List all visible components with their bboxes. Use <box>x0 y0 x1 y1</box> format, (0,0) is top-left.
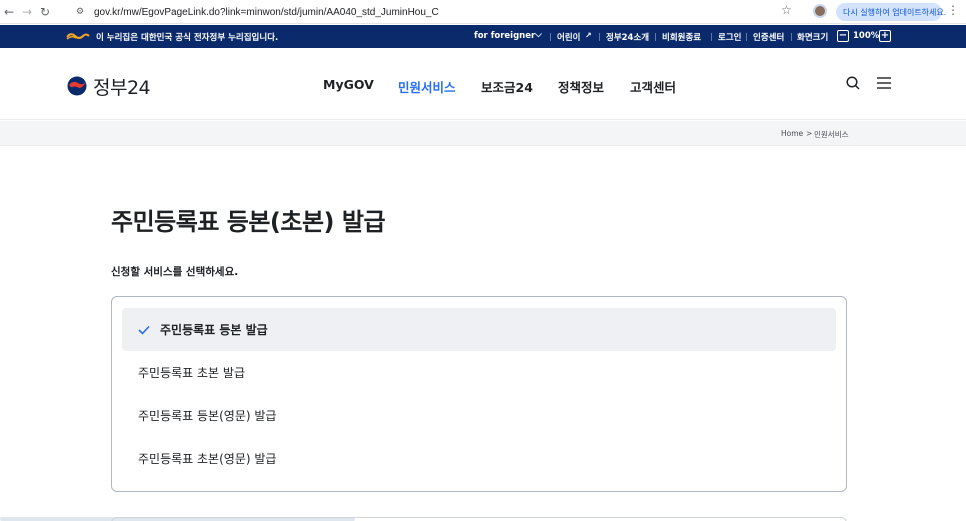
link-login[interactable]: 로그인 <box>718 31 741 43</box>
site-info-icon[interactable]: ⚙ <box>72 4 88 20</box>
forward-icon[interactable]: → <box>18 2 36 22</box>
nav-mygov[interactable]: MyGOV <box>323 77 374 92</box>
option-resident-copy-english[interactable]: 주민등록표 등본(영문) 발급 <box>122 394 836 437</box>
gov24-logo-icon[interactable] <box>67 76 87 96</box>
option-resident-abstract[interactable]: 주민등록표 초본 발급 <box>122 351 836 394</box>
link-for-foreigner[interactable]: for foreigner <box>474 31 535 41</box>
search-icon[interactable] <box>846 76 860 90</box>
zoom-label: 화면크기 <box>797 33 829 43</box>
update-button[interactable]: 다시 실행하여 업데이트하세요. <box>836 3 946 21</box>
page-title: 주민등록표 등본(초본) 발급 <box>111 208 386 236</box>
service-select-label: 신청할 서비스를 선택하세요. <box>111 266 239 278</box>
breadcrumb-separator: > <box>806 129 813 138</box>
site-header: 정부24 MyGOV 민원서비스 보조금24 정책정보 고객센터 <box>0 48 966 120</box>
breadcrumb-current[interactable]: 민원서비스 <box>814 129 849 140</box>
link-nonmember-end[interactable]: 비회원종료 <box>662 31 701 43</box>
gov-notice-text: 이 누리집은 대한민국 공식 전자정부 누리집입니다. <box>96 33 279 43</box>
link-cert-center[interactable]: 인증센터 <box>753 31 784 43</box>
zoom-value: 100% <box>853 31 880 41</box>
option-label: 주민등록표 초본 발급 <box>138 366 245 380</box>
url-text[interactable]: gov.kr/mw/EgovPageLink.do?link=minwon/st… <box>94 7 439 18</box>
browser-toolbar: ← → ↻ ⚙ gov.kr/mw/EgovPageLink.do?link=m… <box>0 0 966 24</box>
service-options-list: 주민등록표 등본 발급 주민등록표 초본 발급 주민등록표 등본(영문) 발급 … <box>111 296 847 492</box>
option-resident-copy[interactable]: 주민등록표 등본 발급 <box>122 308 836 351</box>
option-label: 주민등록표 초본(영문) 발급 <box>138 452 277 466</box>
reload-icon[interactable]: ↻ <box>36 2 54 22</box>
zoom-out-button[interactable]: − <box>837 30 849 42</box>
back-icon[interactable]: ← <box>0 2 18 22</box>
external-link-icon: ↗ <box>585 31 592 40</box>
bookmark-star-icon[interactable]: ☆ <box>781 3 792 17</box>
update-button-label: 다시 실행하여 업데이트하세요. <box>843 7 947 17</box>
chevron-down-icon[interactable]: ⌵ <box>535 30 542 40</box>
breadcrumb-home[interactable]: Home <box>781 129 803 138</box>
profile-avatar[interactable] <box>813 4 827 18</box>
breadcrumb: Home > 민원서비스 <box>0 121 966 146</box>
link-about[interactable]: 정부24소개 <box>606 31 649 43</box>
zoom-in-button[interactable]: + <box>879 30 891 42</box>
option-label: 주민등록표 등본(영문) 발급 <box>138 409 277 423</box>
nav-customer-center[interactable]: 고객센터 <box>630 77 676 96</box>
link-kids[interactable]: 어린이 <box>557 31 580 43</box>
next-section-panel <box>111 517 847 521</box>
option-resident-abstract-english[interactable]: 주민등록표 초본(영문) 발급 <box>122 437 836 480</box>
nav-subsidy24[interactable]: 보조금24 <box>481 77 533 96</box>
hamburger-menu-icon[interactable] <box>877 77 891 89</box>
option-label: 주민등록표 등본 발급 <box>160 323 268 337</box>
nav-civil-services[interactable]: 민원서비스 <box>398 77 456 96</box>
kebab-menu-icon[interactable]: ⋮ <box>947 3 959 17</box>
address-bar[interactable]: ⚙ gov.kr/mw/EgovPageLink.do?link=minwon/… <box>72 2 804 22</box>
nav-policy-info[interactable]: 정책정보 <box>558 77 604 96</box>
gov-official-bar: 이 누리집은 대한민국 공식 전자정부 누리집입니다. for foreigne… <box>0 25 966 48</box>
check-icon <box>138 325 150 335</box>
egov-logo-icon <box>66 33 90 40</box>
site-logo-text[interactable]: 정부24 <box>93 73 151 100</box>
